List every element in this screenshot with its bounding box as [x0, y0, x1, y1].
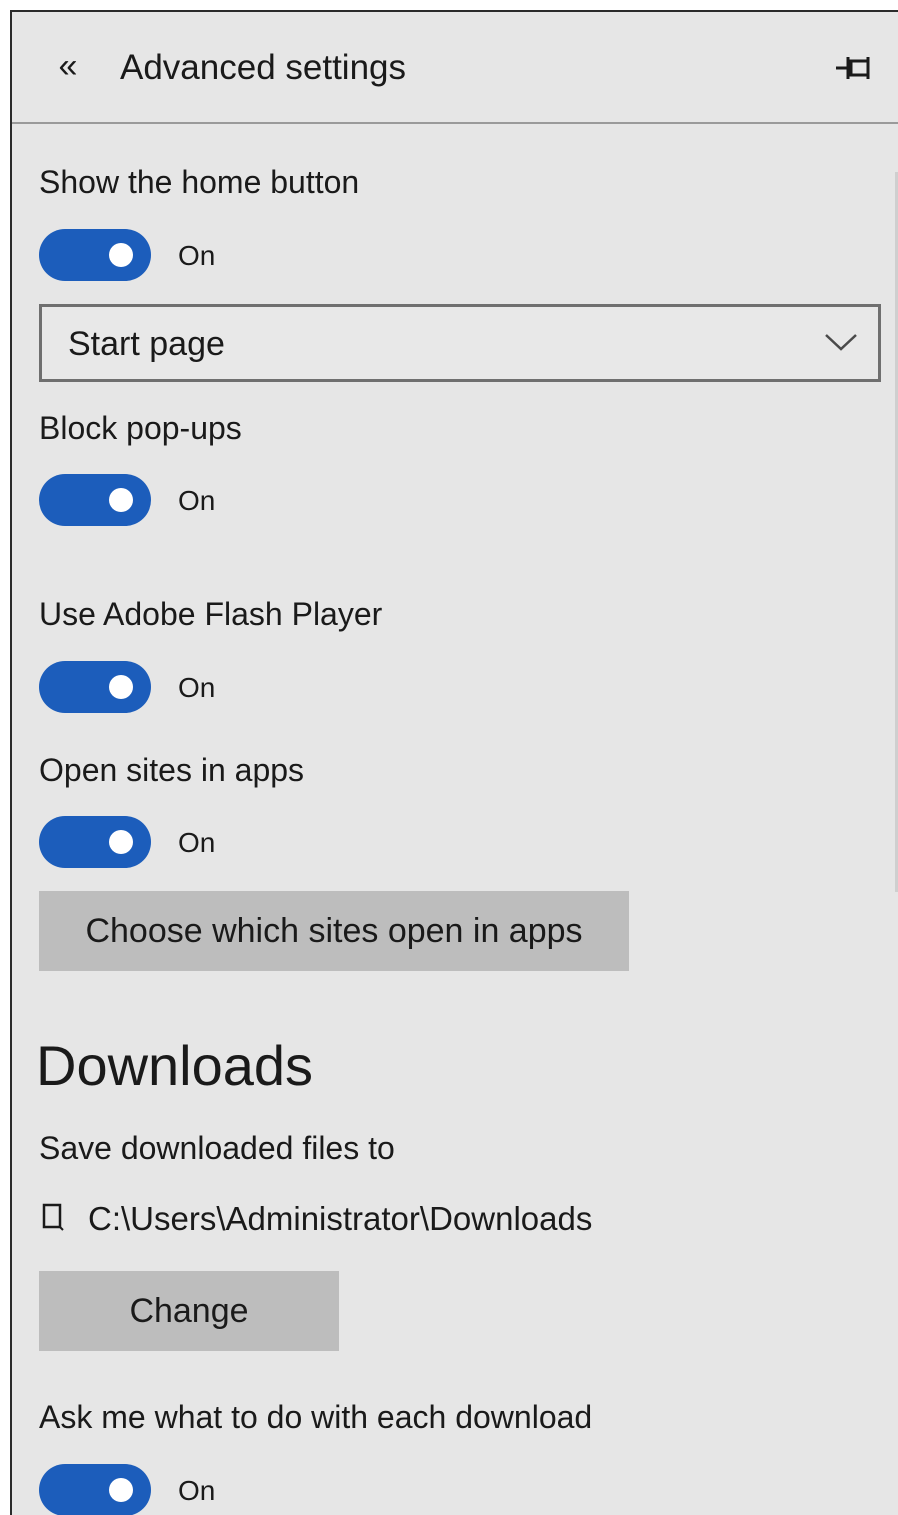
popups-toggle[interactable]	[39, 474, 151, 526]
home-button-label: Show the home button	[39, 164, 360, 200]
double-chevron-left-icon: «	[58, 47, 78, 85]
home-button-toggle[interactable]	[39, 229, 151, 281]
ask-download-toggle-state: On	[178, 1475, 216, 1506]
open-sites-toggle-state: On	[178, 827, 216, 858]
chevron-down-icon	[825, 334, 857, 351]
pin-button[interactable]	[834, 48, 878, 88]
popups-label: Block pop-ups	[39, 410, 242, 446]
advanced-settings-panel: « Advanced settings Show the home button…	[10, 10, 898, 1515]
flash-toggle-state: On	[178, 672, 216, 703]
home-button-toggle-state: On	[178, 240, 216, 271]
flash-toggle[interactable]	[39, 661, 151, 713]
popups-toggle-state: On	[178, 485, 216, 516]
toggle-knob	[109, 675, 133, 699]
ask-download-toggle[interactable]	[39, 1464, 151, 1515]
toggle-knob	[109, 243, 133, 267]
downloads-heading: Downloads	[36, 1034, 314, 1097]
back-button[interactable]: «	[48, 42, 88, 90]
open-sites-label: Open sites in apps	[39, 752, 305, 788]
home-page-select-value: Start page	[68, 325, 225, 363]
toggle-knob	[109, 488, 133, 512]
flash-label: Use Adobe Flash Player	[39, 596, 383, 632]
download-path: C:\Users\Administrator\Downloads	[88, 1200, 593, 1237]
choose-sites-button[interactable]: Choose which sites open in apps	[39, 891, 629, 971]
pin-icon	[836, 57, 870, 79]
save-location-label: Save downloaded files to	[39, 1130, 395, 1166]
open-sites-toggle[interactable]	[39, 816, 151, 868]
panel-header: « Advanced settings	[12, 12, 898, 124]
change-button[interactable]: Change	[39, 1271, 339, 1351]
panel-title: Advanced settings	[120, 48, 407, 87]
folder-icon	[42, 1203, 64, 1231]
ask-download-label: Ask me what to do with each download	[39, 1399, 593, 1435]
home-page-select[interactable]: Start page	[39, 304, 881, 382]
toggle-knob	[109, 830, 133, 854]
toggle-knob	[109, 1478, 133, 1502]
